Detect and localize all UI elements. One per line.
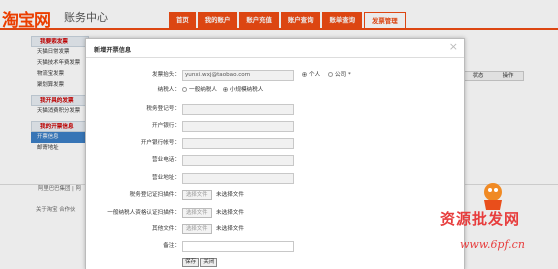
row-other-file: 其他文件： 选择文件 未选择文件 — [86, 223, 464, 236]
general-cert-file-status: 未选择文件 — [216, 210, 244, 216]
taxpayer-radios: 一般纳税人 小规模纳税人 — [182, 85, 263, 96]
row-bank: 开户银行： — [86, 120, 464, 133]
invoice-header-label: 发票抬头： — [152, 72, 180, 78]
biz-address-label: 营业地址： — [152, 175, 180, 181]
close-button[interactable]: 关闭 — [200, 258, 218, 267]
tax-no-label: 税务登记号： — [146, 106, 180, 112]
tax-cert-file-button[interactable]: 选择文件 — [182, 190, 212, 200]
tax-no-input[interactable] — [182, 104, 294, 115]
biz-phone-label: 营业电话： — [152, 157, 180, 163]
watermark-title: 资源批发网 — [440, 210, 521, 228]
dialog-actions: 保存 关闭 — [182, 258, 218, 267]
remark-input[interactable] — [182, 241, 294, 252]
bank-account-input[interactable] — [182, 138, 294, 149]
general-taxpayer-radio[interactable] — [182, 87, 187, 92]
biz-address-input[interactable] — [182, 173, 294, 184]
row-taxpayer: 纳税人： 一般纳税人 小规模纳税人 — [86, 84, 464, 97]
small-taxpayer-label: 小规模纳税人 — [229, 87, 264, 93]
tax-cert-file-status: 未选择文件 — [216, 192, 244, 198]
small-taxpayer-radio[interactable] — [222, 87, 228, 92]
bank-input[interactable] — [182, 121, 294, 132]
taxpayer-label: 纳税人： — [157, 87, 180, 93]
invoice-header-input[interactable]: yunxi.wxj@taobao.com — [182, 70, 294, 81]
row-bank-account: 开户银行帐号： — [86, 137, 464, 150]
other-file-label: 其他文件： — [152, 226, 180, 232]
general-cert-file-button[interactable]: 选择文件 — [182, 208, 212, 218]
save-button[interactable]: 保存 — [182, 258, 200, 267]
bank-label: 开户银行： — [152, 123, 180, 129]
company-radio[interactable] — [327, 72, 333, 77]
invoice-type-radios: 个人 公司 * — [302, 70, 351, 81]
row-general-cert: 一般纳税人资格认证扫描件： 选择文件 未选择文件 — [86, 207, 464, 220]
other-file-button[interactable]: 选择文件 — [182, 224, 212, 234]
tax-cert-label: 税务登记证扫描件： — [129, 192, 180, 198]
row-biz-address: 营业地址： — [86, 172, 464, 185]
general-cert-label: 一般纳税人资格认证扫描件： — [107, 210, 180, 216]
personal-label: 个人 — [309, 72, 321, 78]
row-remark: 备注： — [86, 240, 464, 253]
remark-label: 备注： — [163, 243, 180, 249]
personal-radio[interactable] — [302, 72, 307, 77]
row-tax-no: 税务登记号： — [86, 103, 464, 116]
watermark-url: www.6pf.cn — [460, 238, 525, 251]
add-invoice-dialog: 新增开票信息 × 发票抬头： yunxi.wxj@taobao.com 个人 公… — [85, 38, 465, 269]
other-file-status: 未选择文件 — [216, 226, 244, 232]
row-tax-cert: 税务登记证扫描件： 选择文件 未选择文件 — [86, 189, 464, 202]
dialog-title-divider — [86, 57, 464, 58]
dialog-title: 新增开票信息 — [94, 47, 132, 54]
general-taxpayer-label: 一般纳税人 — [189, 87, 217, 93]
bank-account-label: 开户银行帐号： — [140, 140, 180, 146]
close-icon[interactable]: × — [449, 41, 458, 53]
company-label: 公司 * — [334, 72, 351, 78]
row-invoice-header: 发票抬头： yunxi.wxj@taobao.com 个人 公司 * — [86, 69, 464, 82]
row-biz-phone: 营业电话： — [86, 154, 464, 167]
biz-phone-input[interactable] — [182, 155, 294, 166]
